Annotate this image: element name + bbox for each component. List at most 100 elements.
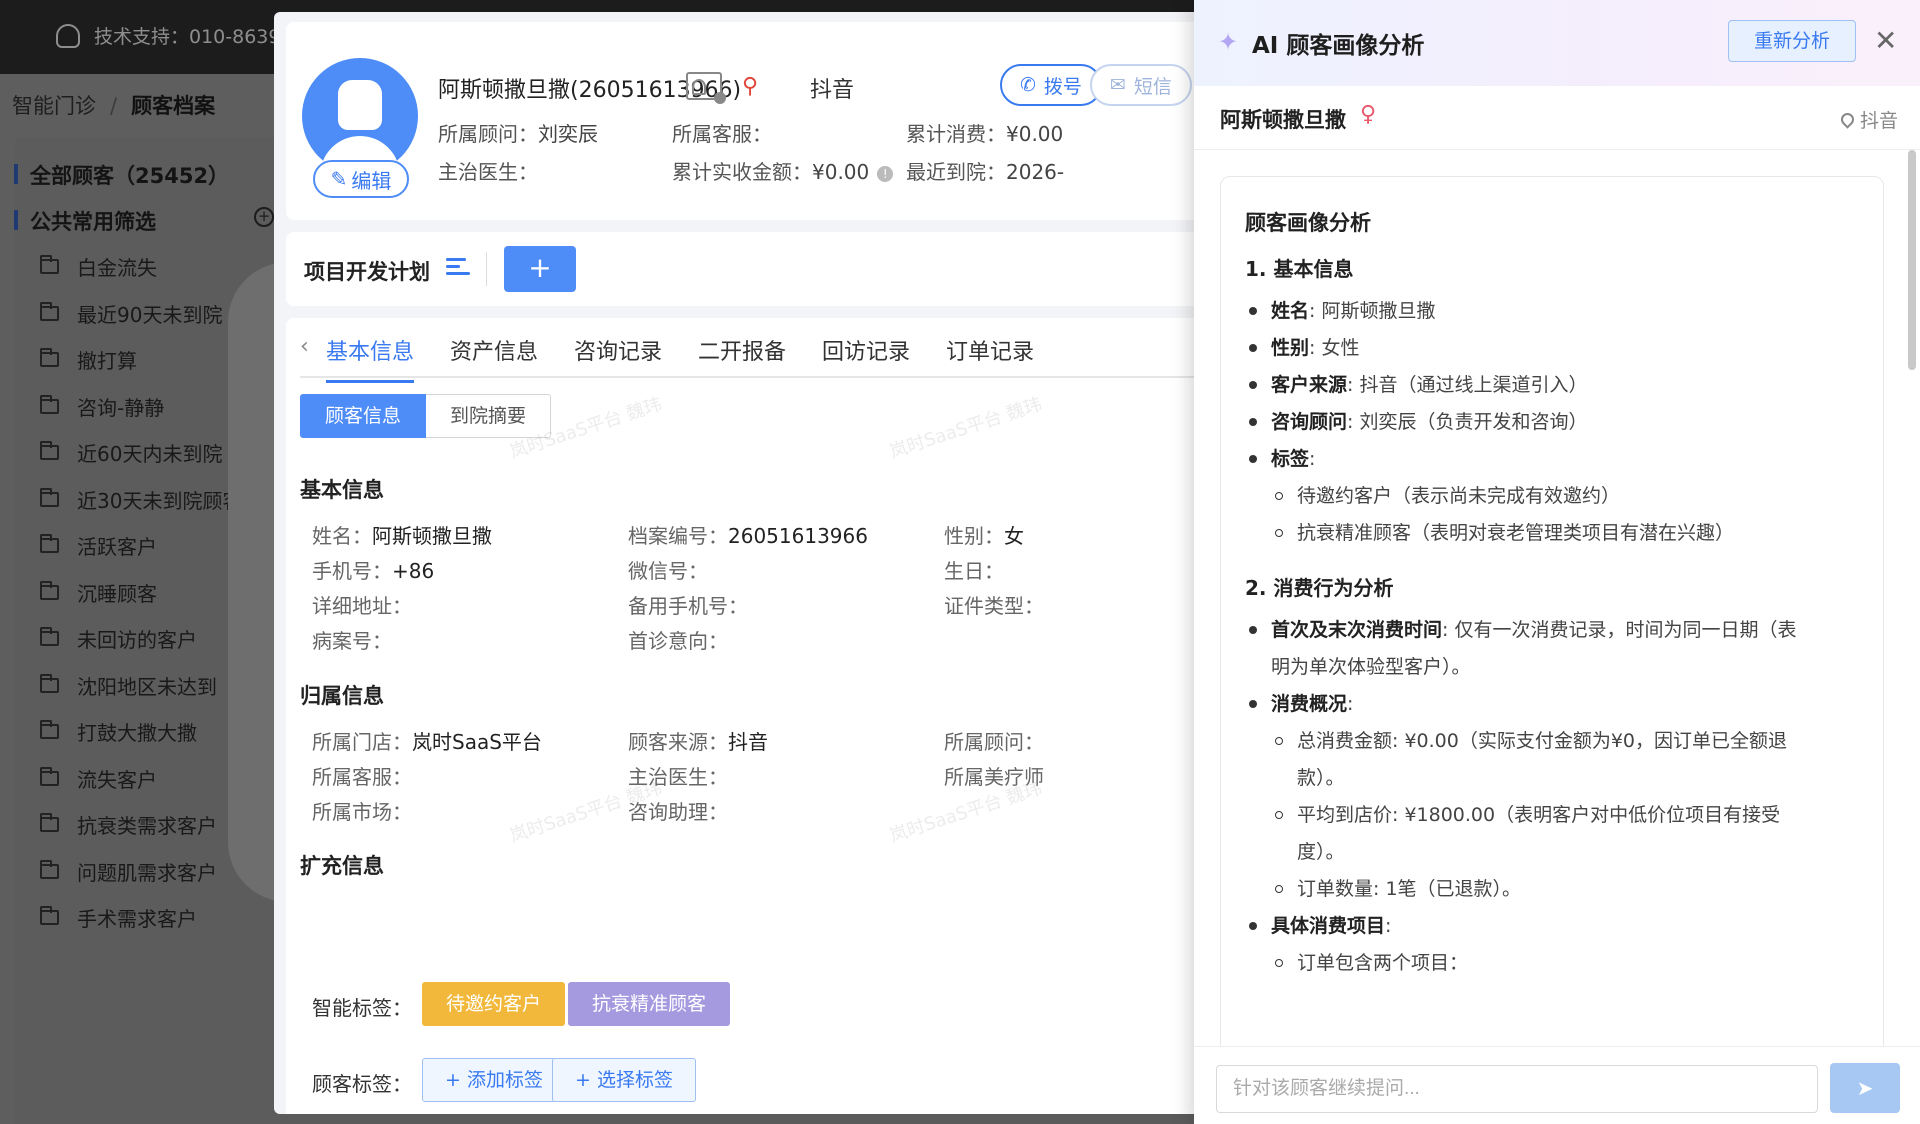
analysis-bullet: 客户来源: 抖音（通过线上渠道引入） <box>1245 367 1865 404</box>
profile-card: ✎ 编辑 阿斯顿撒旦撒(26051613966) ⚲ 抖音 ✆ 拨号 ✉ 短信 所属顾… <box>286 22 1204 220</box>
folder-icon <box>40 766 59 786</box>
scrollbar-thumb[interactable] <box>1908 150 1916 370</box>
select-tag-button[interactable]: + 选择标签 <box>552 1058 696 1102</box>
sidebar-filter-label: 手术需求客户 <box>77 907 197 931</box>
folder-icon <box>40 580 59 600</box>
sidebar-all-customers[interactable]: 全部顾客（25452） <box>14 160 229 190</box>
sidebar-filter-item[interactable]: 最近90天未到院 <box>40 299 222 328</box>
tab-followup[interactable]: 回访记录 <box>822 334 910 366</box>
sub-tab-visit-summary[interactable]: 到院摘要 <box>426 394 552 438</box>
send-button[interactable]: ➤ <box>1830 1063 1900 1113</box>
analysis-key: 性别 <box>1271 336 1310 359</box>
sidebar-filter-item[interactable]: 流失客户 <box>40 764 157 793</box>
recent-label: 最近到院： <box>906 160 1006 184</box>
analysis-bullet: 总消费金额: ¥0.00（实际支付金额为¥0，因订单已全额退 款）。 <box>1245 723 1865 797</box>
field-label: 顾客来源： <box>628 730 728 754</box>
sidebar-filter-item[interactable]: 白金流失 <box>40 252 157 281</box>
close-icon[interactable]: ✕ <box>1874 26 1897 56</box>
sidebar-filter-label: 近60天内未到院 <box>77 442 223 466</box>
field-file-no: 档案编号：26051613966 <box>628 520 868 549</box>
sidebar-filter-item[interactable]: 手术需求客户 <box>40 903 197 932</box>
sidebar-filter-item[interactable]: 打鼓大撒大撒 <box>40 717 197 746</box>
call-button[interactable]: ✆ 拨号 <box>1000 64 1102 106</box>
id-card-icon[interactable] <box>686 72 726 104</box>
sub-tab-customer-info[interactable]: 顾客信息 <box>300 394 427 438</box>
smart-tag[interactable]: 抗衰精准顾客 <box>568 982 731 1026</box>
sidebar-filter-item[interactable]: 咨询-静静 <box>40 392 164 421</box>
sidebar-filter-label: 沉睡顾客 <box>77 581 157 606</box>
tab-report[interactable]: 二开报备 <box>698 334 786 366</box>
field-market: 所属市场： <box>312 800 412 824</box>
field-address: 详细地址： <box>312 594 412 618</box>
folder-icon <box>40 534 59 553</box>
sms-button[interactable]: ✉ 短信 <box>1090 64 1192 106</box>
recent-value: 2026- <box>1006 160 1065 184</box>
analysis-key: 具体消费项目 <box>1271 914 1386 937</box>
breadcrumb-sep: / <box>110 94 118 118</box>
tab-assets[interactable]: 资产信息 <box>450 334 538 366</box>
edit-avatar-button[interactable]: ✎ 编辑 <box>313 160 409 198</box>
analysis-value: : <box>1347 692 1354 715</box>
field-therapist: 所属美疗师 <box>944 765 1044 789</box>
sidebar-filter-label: 最近90天未到院 <box>77 302 223 327</box>
reanalyze-button[interactable]: 重新分析 <box>1728 20 1856 62</box>
sidebar-filter-item[interactable]: 问题肌需求客户 <box>40 857 217 886</box>
sidebar-filter-item[interactable]: 未回访的客户 <box>40 624 197 653</box>
breadcrumb-root[interactable]: 智能门诊 <box>12 94 96 118</box>
spend-value: ¥0.00 <box>1006 122 1064 146</box>
sidebar-common-filters[interactable]: 公共常用筛选 <box>14 206 156 236</box>
analysis-value: : <box>1309 447 1316 470</box>
send-icon: ➤ <box>1856 1076 1874 1100</box>
folder-icon <box>40 673 59 693</box>
info-icon[interactable]: ! <box>877 165 894 182</box>
analysis-bullet: 标签: <box>1245 441 1865 478</box>
key-icon[interactable]: ⚲ <box>742 74 758 99</box>
sidebar-filter-label: 撤打算 <box>77 349 137 373</box>
sidebar-filter-item[interactable]: 撤打算 <box>40 345 137 374</box>
smart-tag[interactable]: 待邀约客户 <box>422 982 566 1026</box>
ai-question-input[interactable] <box>1216 1065 1818 1113</box>
tab-basic-info[interactable]: 基本信息 <box>326 334 415 383</box>
customer-tags-label: 顾客标签： <box>312 1072 412 1096</box>
analysis-bullet: 抗衰精准顾客（表明对衰老管理类项目有潜在兴趣） <box>1245 515 1865 552</box>
ai-customer-name: 阿斯顿撒旦撒 <box>1220 108 1346 132</box>
sparkle-icon: ✦ <box>1218 28 1239 56</box>
analysis-bullet: 首次及末次消费时间: 仅有一次消费记录，时间为同一日期（表 明为单次体验型客户）。 <box>1245 612 1865 686</box>
analysis-sub-item: 款）。 <box>1297 766 1345 789</box>
consultant-value: 刘奕辰 <box>538 122 598 146</box>
folder-icon <box>40 441 59 460</box>
mail-icon: ✉ <box>1110 74 1126 96</box>
folder-icon <box>40 720 59 739</box>
list-icon[interactable] <box>446 256 470 278</box>
section-ext-title: 扩充信息 <box>300 854 384 878</box>
edit-label: 编辑 <box>351 168 392 193</box>
sidebar-filter-item[interactable]: 近60天内未到院 <box>40 438 222 467</box>
bullet-dot <box>1249 343 1257 352</box>
bullet-dot <box>1249 921 1257 930</box>
add-plan-button[interactable]: + <box>504 246 576 292</box>
location-pin-icon <box>1838 110 1857 129</box>
tab-bar: ‹ 基本信息 资产信息 咨询记录 二开报备 回访记录 订单记录 <box>300 318 1204 383</box>
bullet-dot <box>1249 625 1257 634</box>
sidebar-filter-item[interactable]: 沈阳地区未达到 <box>40 671 217 700</box>
field-first-intent: 首诊意向： <box>628 629 728 653</box>
field-value: +86 <box>392 559 435 583</box>
bullet-dot <box>1275 528 1283 537</box>
field-label: 档案编号： <box>628 524 728 548</box>
support-text: 技术支持：010-8639 <box>94 26 281 48</box>
chevron-left-icon[interactable]: ‹ <box>300 334 309 359</box>
field-value: 岚时SaaS平台 <box>412 730 542 754</box>
sidebar-filter-item[interactable]: 活跃客户 <box>40 531 157 560</box>
analysis-bullet: 订单包含两个项目： <box>1245 945 1865 982</box>
scrollbar[interactable] <box>1908 150 1916 1046</box>
analysis-bullet: 姓名: 阿斯顿撒旦撒 <box>1245 293 1865 330</box>
add-tag-button[interactable]: + 添加标签 <box>422 1058 566 1102</box>
sidebar-filter-item[interactable]: 抗衰类需求客户 <box>40 810 217 839</box>
tab-consult-records[interactable]: 咨询记录 <box>574 334 662 366</box>
tab-orders[interactable]: 订单记录 <box>946 334 1034 366</box>
sidebar-filter-item[interactable]: 沉睡顾客 <box>40 578 157 607</box>
edit-pencil-icon: ✎ <box>330 167 348 191</box>
ai-panel-header: ✦ AI 顾客画像分析 重新分析 ✕ <box>1194 0 1920 86</box>
add-filter-icon[interactable]: + <box>254 207 274 227</box>
sidebar-filter-item[interactable]: 近30天未到院顾客 <box>40 485 242 514</box>
